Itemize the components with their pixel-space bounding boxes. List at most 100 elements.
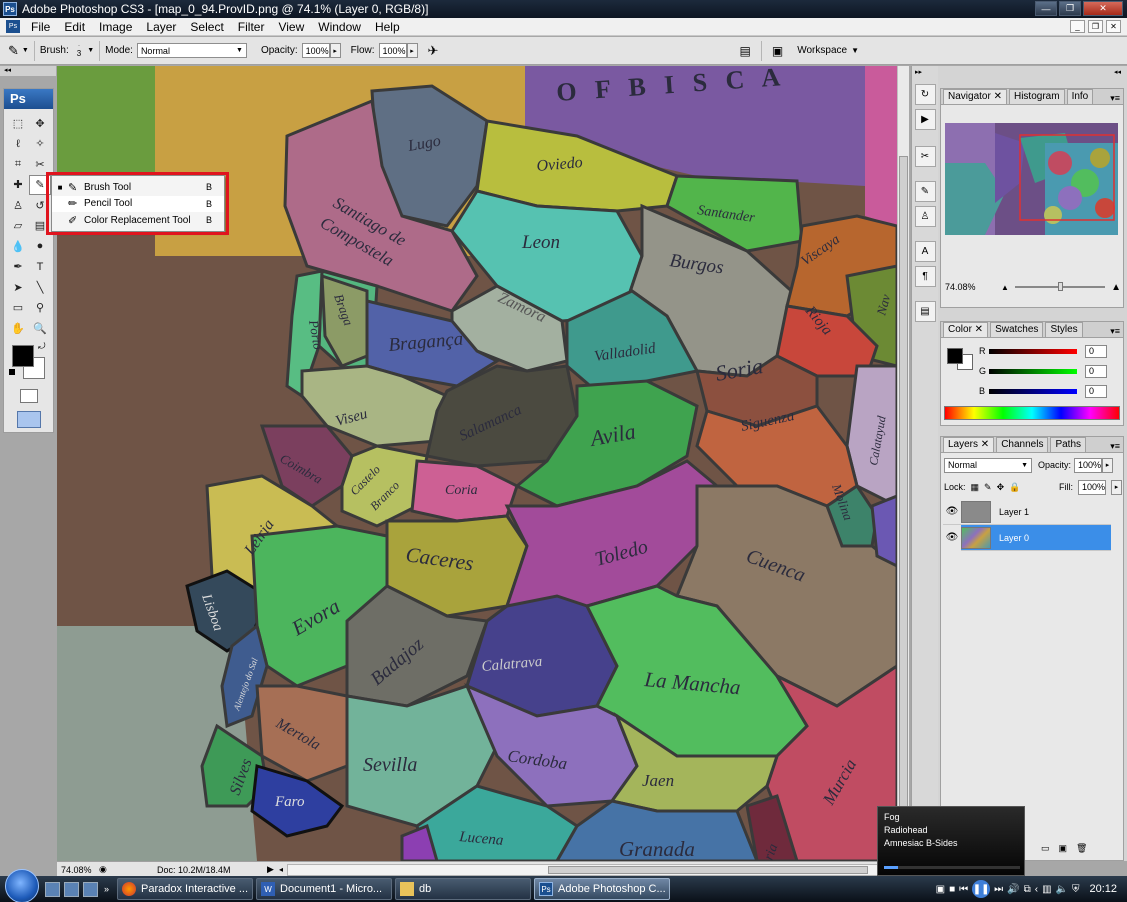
new-group-icon[interactable]: ▭ <box>1041 843 1050 854</box>
eraser-tool-icon[interactable]: ▱ <box>7 216 29 237</box>
red-slider[interactable] <box>989 348 1077 354</box>
navigator-zoom[interactable]: 74.08% <box>945 282 1001 292</box>
type-tool-icon[interactable]: T <box>29 257 51 278</box>
tool-palette-icon[interactable]: ▤ <box>740 44 751 58</box>
flow-input[interactable]: 100% <box>378 43 407 58</box>
line-tool-icon[interactable]: ╲ <box>29 277 51 298</box>
switch-windows-icon[interactable] <box>64 881 79 897</box>
media-mini-icon[interactable]: ▣ <box>936 884 945 895</box>
navigator-zoom-slider[interactable] <box>1014 282 1106 291</box>
blend-mode-select[interactable]: Normal ▼ <box>944 457 1032 473</box>
task-photoshop[interactable]: Ps Adobe Photoshop C... <box>534 878 671 900</box>
marquee-tool-icon[interactable]: ⬚ <box>7 113 29 134</box>
opacity-slider-button[interactable]: ▸ <box>329 43 341 58</box>
restore-player-icon[interactable]: ⧉ <box>1024 884 1031 895</box>
zoom-out-icon[interactable]: ▲ <box>1001 283 1009 292</box>
foreground-color-swatch[interactable] <box>12 345 34 367</box>
task-folder[interactable]: db <box>395 878 532 900</box>
doc-restore-button[interactable]: ❐ <box>1088 20 1103 33</box>
opacity-input[interactable]: 100% <box>301 43 330 58</box>
flow-slider-button[interactable]: ▸ <box>406 43 418 58</box>
close-button[interactable]: ✕ <box>1083 1 1123 16</box>
swap-colors-icon[interactable]: ⤾ <box>38 341 46 352</box>
lock-position-icon[interactable]: ✥ <box>997 482 1005 493</box>
doc-close-button[interactable]: ✕ <box>1106 20 1121 33</box>
bridge-icon[interactable]: ▣ <box>772 44 783 58</box>
menu-window[interactable]: Window <box>311 20 368 34</box>
blue-slider[interactable] <box>989 388 1077 394</box>
panel-menu-icon[interactable]: ▾≡ <box>1110 93 1120 104</box>
play-pause-icon[interactable]: ❚❚ <box>972 880 991 898</box>
menu-image[interactable]: Image <box>92 20 139 34</box>
menu-help[interactable]: Help <box>368 20 407 34</box>
actions-panel-icon[interactable]: ▶ <box>914 109 936 130</box>
tray-volume-icon[interactable]: 🔈 <box>1056 884 1068 895</box>
default-colors-icon[interactable] <box>9 369 15 375</box>
menu-select[interactable]: Select <box>183 20 230 34</box>
tab-color[interactable]: Color ✕ <box>943 322 989 337</box>
toolbox-collapse-bar[interactable]: ◂◂ <box>0 66 56 76</box>
history-panel-icon[interactable]: ↻ <box>914 84 936 105</box>
eye-icon[interactable]: 👁 <box>943 506 961 517</box>
quicklaunch-icon[interactable] <box>83 881 98 897</box>
menu-layer[interactable]: Layer <box>139 20 183 34</box>
eyedropper-icon[interactable]: ⚲ <box>29 298 51 319</box>
airbrush-icon[interactable]: ✈ <box>428 43 439 59</box>
next-track-icon[interactable]: ⏭ <box>994 884 1003 895</box>
panel-menu-icon[interactable]: ▾≡ <box>1110 441 1120 452</box>
zoom-level[interactable]: 74.08% <box>57 865 99 875</box>
slider-thumb[interactable] <box>1058 282 1064 291</box>
screen-mode-button[interactable] <box>17 411 41 428</box>
layer-row[interactable]: 👁 Layer 1 <box>943 499 1111 525</box>
color-spectrum-ramp[interactable] <box>944 406 1120 420</box>
scroll-thumb[interactable] <box>899 156 908 836</box>
green-value-input[interactable]: 0 <box>1085 364 1107 378</box>
vertical-scrollbar[interactable] <box>897 66 909 861</box>
healing-brush-icon[interactable]: ✚ <box>7 175 29 196</box>
pen-tool-icon[interactable]: ✒ <box>7 257 29 278</box>
task-word[interactable]: W Document1 - Micro... <box>256 878 393 900</box>
brushes-panel-icon[interactable]: ✎ <box>914 181 936 202</box>
layer-opacity-input[interactable]: 100% <box>1074 457 1103 473</box>
mode-select[interactable]: Normal ▼ <box>136 43 247 58</box>
volume-icon[interactable]: 🔊 <box>1007 884 1019 895</box>
delete-layer-icon[interactable]: 🗑 <box>1076 843 1087 854</box>
eye-icon[interactable]: 👁 <box>943 524 961 551</box>
blur-tool-icon[interactable]: 💧 <box>7 236 29 257</box>
tab-layers[interactable]: Layers ✕ <box>943 437 995 452</box>
tray-arrow-icon[interactable]: ‹ <box>1035 884 1038 895</box>
tab-navigator[interactable]: Navigator ✕ <box>943 89 1007 104</box>
clone-stamp-icon[interactable]: ♙ <box>7 195 29 216</box>
maximize-button[interactable]: ❐ <box>1059 1 1081 16</box>
tab-styles[interactable]: Styles <box>1045 322 1083 337</box>
layer-opacity-arrow[interactable]: ▸ <box>1102 457 1114 473</box>
paragraph-panel-icon[interactable]: ¶ <box>914 266 936 287</box>
quicklaunch-more-icon[interactable]: » <box>104 884 109 894</box>
horizontal-scrollbar[interactable] <box>287 863 897 876</box>
zoom-in-icon[interactable]: ▲ <box>1111 282 1121 293</box>
clone-source-icon[interactable]: ♙ <box>914 206 936 227</box>
playback-progress[interactable] <box>884 866 1020 869</box>
doc-minimize-button[interactable]: _ <box>1070 20 1085 33</box>
character-panel-icon[interactable]: A <box>914 241 936 262</box>
blue-value-input[interactable]: 0 <box>1085 384 1107 398</box>
panel-menu-icon[interactable]: ▾≡ <box>1110 326 1120 337</box>
crop-tool-icon[interactable]: ⌗ <box>7 154 29 175</box>
fill-input[interactable]: 100% <box>1078 479 1106 495</box>
hand-tool-icon[interactable]: ✋ <box>7 318 29 339</box>
path-selection-icon[interactable]: ➤ <box>7 277 29 298</box>
lock-all-icon[interactable]: 🔒 <box>1009 482 1020 493</box>
layer-name[interactable]: Layer 1 <box>999 507 1029 517</box>
show-desktop-icon[interactable] <box>45 881 60 897</box>
menu-edit[interactable]: Edit <box>57 20 92 34</box>
panels-collapse-icon[interactable]: ◂◂ <box>938 66 1127 80</box>
lock-transparency-icon[interactable]: ▦ <box>971 482 980 493</box>
quick-mask-button[interactable] <box>20 389 38 403</box>
tab-paths[interactable]: Paths <box>1050 437 1087 452</box>
layer-comps-icon[interactable]: ▤ <box>914 301 936 322</box>
menu-file[interactable]: File <box>24 20 57 34</box>
fill-arrow[interactable]: ▸ <box>1111 479 1122 495</box>
tab-swatches[interactable]: Swatches <box>990 322 1044 337</box>
magic-wand-icon[interactable]: ✧ <box>29 134 51 155</box>
new-layer-icon[interactable]: ▣ <box>1059 843 1068 854</box>
